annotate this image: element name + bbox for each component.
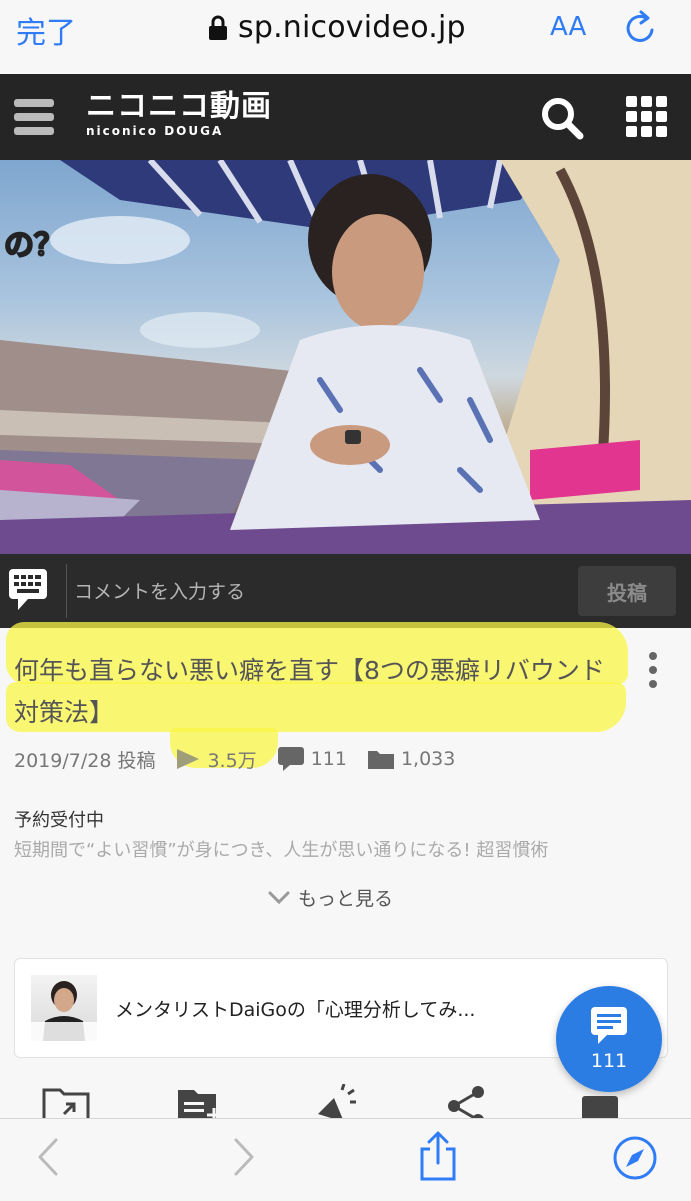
forward-chevron-icon[interactable]: [232, 1137, 256, 1177]
show-more-button[interactable]: もっと見る: [268, 884, 393, 911]
logo-main-text: ニコニコ動画: [86, 89, 272, 124]
comment-bar: 投稿: [0, 554, 691, 628]
comments-fab[interactable]: 111: [556, 986, 662, 1092]
folder-link-icon[interactable]: [42, 1084, 90, 1118]
text-size-button[interactable]: AA: [550, 12, 586, 42]
comment-list-icon: [591, 1007, 627, 1044]
browser-bottom-bar: [0, 1118, 691, 1201]
folder-icon: [367, 751, 394, 769]
comment-input[interactable]: [72, 568, 566, 616]
play-icon: [177, 749, 200, 769]
reload-icon[interactable]: [622, 8, 658, 48]
share-icon[interactable]: [444, 1084, 488, 1118]
url-text: sp.nicovideo.jp: [238, 10, 466, 45]
video-caption-overlay: の？: [3, 227, 65, 264]
lock-icon: [209, 15, 227, 40]
show-more-label: もっと見る: [298, 888, 394, 910]
comment-bubble-icon: [277, 747, 304, 771]
channel-avatar-image: [31, 981, 97, 1041]
hamburger-menu-icon[interactable]: [14, 96, 56, 138]
address-bar[interactable]: sp.nicovideo.jp: [208, 10, 466, 45]
search-icon[interactable]: [540, 96, 584, 140]
keyboard-comment-icon[interactable]: [8, 568, 48, 612]
channel-thumbnail: [31, 975, 97, 1041]
description-label: 予約受付中: [14, 810, 104, 831]
chevron-down-icon: [268, 891, 290, 904]
post-button[interactable]: 投稿: [578, 566, 676, 616]
tv-icon[interactable]: [578, 1084, 622, 1118]
video-meta: 2019/7/28 投稿 3.5万 111 1,033: [14, 742, 475, 776]
channel-name: メンタリストDaiGoの「心理分析してみ...: [115, 999, 476, 1021]
back-chevron-icon[interactable]: [36, 1137, 60, 1177]
apps-grid-icon[interactable]: [626, 96, 668, 138]
comment-count-value: 111: [310, 748, 347, 770]
view-count-value: 3.5万: [207, 749, 257, 772]
video-frame-image: [0, 160, 691, 554]
site-header: ニコニコ動画 niconico DOUGA: [0, 74, 691, 160]
browser-top-bar: 完了 sp.nicovideo.jp AA: [0, 0, 691, 74]
done-button[interactable]: 完了: [16, 8, 76, 52]
video-title: 何年も直らない悪い癖を直す【8つの悪癖リバウンド対策法】: [14, 656, 605, 727]
mylist-count: 1,033: [367, 747, 455, 771]
logo-sub-text: niconico DOUGA: [86, 124, 224, 138]
action-row: [0, 1080, 691, 1118]
comment-divider: [66, 564, 67, 618]
add-to-list-icon[interactable]: [176, 1084, 224, 1118]
more-options-icon[interactable]: [646, 650, 660, 694]
niconico-logo[interactable]: ニコニコ動画 niconico DOUGA: [86, 89, 272, 139]
description-text: 短期間で“よい習慣”が身につき、人生が思い通りになる! 超習慣術: [14, 840, 549, 861]
video-player[interactable]: の？: [0, 160, 691, 554]
share-sheet-icon[interactable]: [418, 1131, 458, 1181]
view-count: 3.5万: [175, 746, 257, 773]
post-date: 2019/7/28 投稿: [14, 749, 156, 772]
compass-icon[interactable]: [612, 1135, 658, 1181]
advertise-megaphone-icon[interactable]: [312, 1084, 356, 1118]
comment-count: 111: [277, 746, 347, 772]
mylist-count-value: 1,033: [400, 748, 456, 770]
fab-comment-count: 111: [590, 1050, 628, 1072]
